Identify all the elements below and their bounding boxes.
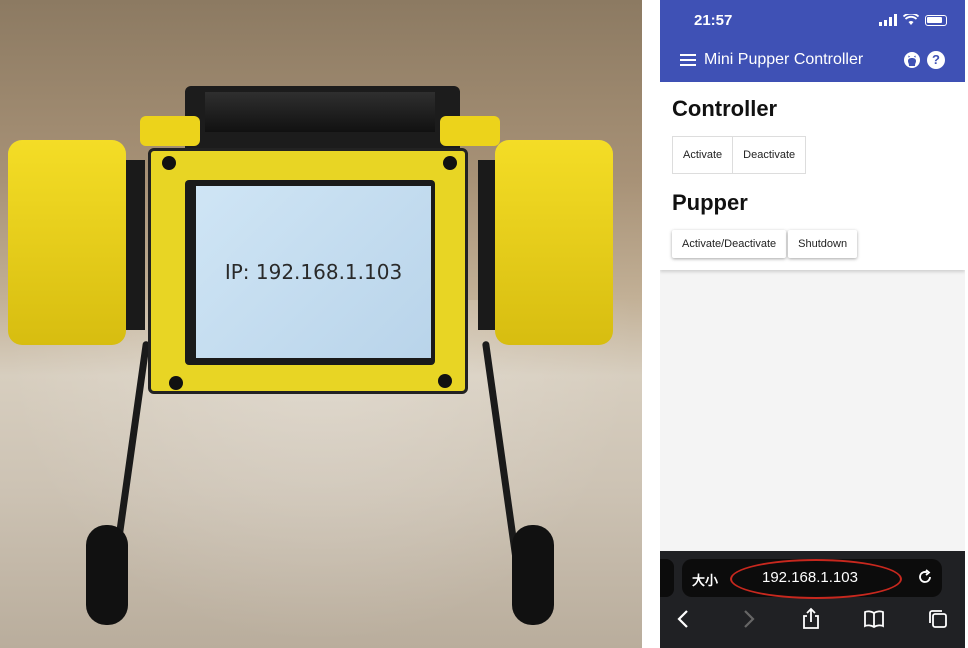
panel-divider: [642, 0, 660, 648]
screw: [443, 156, 457, 170]
robot-photo: IP: 192.168.1.103: [0, 0, 642, 648]
section-title-controller: Controller: [672, 96, 778, 121]
phone-screen: 21:57 Mini Pupper Controller ? Controlle…: [660, 0, 965, 648]
section-title-pupper: Pupper: [672, 190, 748, 215]
controller-deactivate-button[interactable]: Deactivate: [733, 136, 807, 174]
url-text: 192.168.1.103: [762, 569, 858, 586]
browser-nav-row: [660, 601, 965, 641]
lcd-screen: IP: 192.168.1.103: [196, 186, 431, 358]
robot-circuit-board: [205, 92, 435, 132]
lcd-ip-text: IP: 192.168.1.103: [224, 260, 403, 284]
share-icon[interactable]: [799, 607, 823, 631]
browser-bar: 大小 192.168.1.103: [660, 551, 965, 648]
toolbar: Mini Pupper Controller ?: [660, 46, 965, 76]
screw: [162, 156, 176, 170]
controller-activate-button[interactable]: Activate: [672, 136, 734, 174]
pupper-shutdown-button[interactable]: Shutdown: [788, 230, 858, 258]
help-icon[interactable]: ?: [927, 51, 945, 69]
back-icon[interactable]: [672, 607, 696, 631]
bookmarks-icon[interactable]: [862, 607, 886, 631]
robot-ear-left: [140, 116, 200, 146]
battery-icon: [925, 14, 947, 26]
robot-foot-right: [512, 525, 554, 625]
status-time: 21:57: [694, 12, 733, 29]
previous-tab-peek[interactable]: [660, 559, 674, 597]
wifi-icon: [903, 14, 919, 25]
forward-icon[interactable]: [736, 607, 760, 631]
signal-icon: [879, 14, 897, 26]
url-bar[interactable]: 大小 192.168.1.103: [682, 559, 942, 599]
status-icons: [879, 14, 947, 26]
tabs-icon[interactable]: [926, 607, 950, 631]
reload-icon[interactable]: [916, 568, 934, 586]
robot-ear-right: [440, 116, 500, 146]
status-bar: 21:57: [660, 12, 965, 32]
menu-icon[interactable]: [680, 54, 696, 66]
robot-shoulder-right: [495, 140, 613, 345]
pupper-button-group: Activate/Deactivate Shutdown: [672, 230, 859, 258]
pupper-activate-deactivate-button[interactable]: Activate/Deactivate: [672, 230, 787, 258]
text-size-button[interactable]: 大小: [692, 570, 718, 589]
github-icon[interactable]: [903, 51, 921, 69]
screw: [438, 374, 452, 388]
controller-button-group: Activate Deactivate: [672, 136, 807, 174]
screw: [169, 376, 183, 390]
app-bar: 21:57 Mini Pupper Controller ?: [660, 0, 965, 82]
app-title: Mini Pupper Controller: [704, 51, 864, 68]
main-content: Controller Activate Deactivate Pupper Ac…: [660, 82, 965, 270]
robot-foot-left: [86, 525, 128, 625]
robot-shoulder-left: [8, 140, 126, 345]
